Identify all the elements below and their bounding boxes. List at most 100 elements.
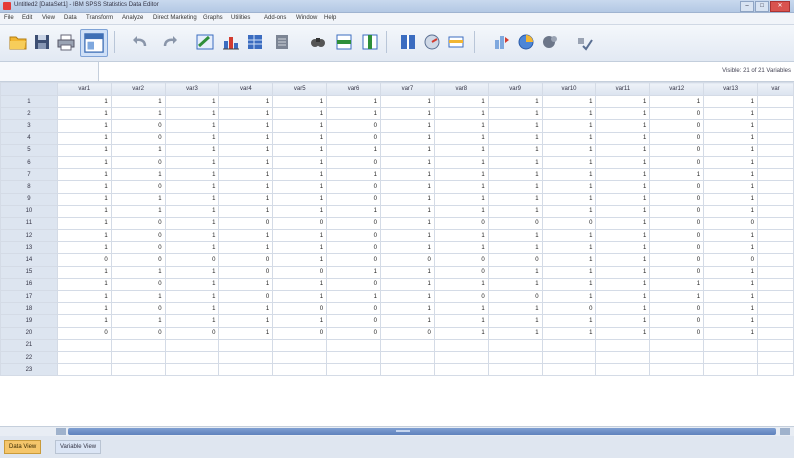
data-cell[interactable]: 1 [487,192,543,206]
row-number[interactable]: 9 [0,192,58,206]
data-cell[interactable]: 1 [703,326,758,340]
data-cell[interactable]: 1 [218,119,274,133]
data-cell[interactable] [56,338,112,352]
data-cell[interactable]: 1 [56,119,112,133]
data-cell[interactable] [757,277,794,292]
row-number[interactable]: 8 [0,180,58,194]
undo-icon[interactable] [130,32,150,52]
data-cell[interactable]: 1 [595,229,651,243]
data-cell[interactable]: 0 [326,314,381,328]
data-cell[interactable]: 0 [326,326,381,340]
data-cell[interactable]: 1 [595,326,651,340]
data-cell[interactable]: 1 [272,168,328,182]
data-cell[interactable]: 0 [703,253,758,267]
column-header[interactable]: var6 [326,82,381,96]
data-cell[interactable] [326,363,381,377]
data-cell[interactable]: 1 [56,314,112,328]
value-labels-icon[interactable] [492,32,512,52]
data-cell[interactable]: 1 [487,265,543,279]
data-cell[interactable]: 1 [164,289,220,304]
data-cell[interactable]: 1 [379,192,435,206]
data-cell[interactable]: 1 [649,168,705,182]
data-cell[interactable]: 0 [56,326,112,340]
data-cell[interactable]: 1 [487,204,543,218]
data-cell[interactable] [757,94,794,109]
data-cell[interactable]: 1 [164,302,220,316]
data-cell[interactable]: 1 [649,289,705,304]
data-cell[interactable]: 0 [218,253,274,267]
data-cell[interactable]: 1 [433,326,489,340]
find-icon[interactable] [308,32,328,52]
data-cell[interactable] [218,350,274,365]
data-cell[interactable]: 1 [326,204,381,218]
data-cell[interactable]: 1 [56,131,112,145]
menu-data[interactable]: Data [64,15,77,21]
data-cell[interactable]: 1 [487,119,543,133]
data-cell[interactable]: 1 [703,229,758,243]
data-cell[interactable] [703,350,758,365]
data-cell[interactable]: 0 [272,216,328,231]
data-cell[interactable]: 0 [649,326,705,340]
data-cell[interactable]: 1 [272,180,328,194]
insert-cases-icon[interactable] [334,32,354,52]
data-cell[interactable] [703,363,758,377]
row-number[interactable]: 21 [0,338,58,352]
data-cell[interactable]: 0 [110,241,166,255]
data-cell[interactable]: 0 [110,180,166,194]
data-cell[interactable]: 1 [164,143,220,157]
data-cell[interactable]: 1 [541,241,597,255]
row-number[interactable]: 5 [0,143,58,157]
data-cell[interactable]: 1 [218,229,274,243]
variables-icon[interactable] [245,32,265,52]
data-cell[interactable]: 1 [703,143,758,157]
data-cell[interactable]: 1 [487,302,543,316]
data-cell[interactable]: 0 [649,204,705,218]
data-cell[interactable]: 0 [326,253,381,267]
data-cell[interactable]: 0 [487,216,543,231]
data-cell[interactable]: 1 [541,265,597,279]
row-number[interactable]: 14 [0,253,58,267]
column-header[interactable]: var3 [164,82,220,96]
spelling-icon[interactable] [574,32,594,52]
data-cell[interactable]: 1 [541,192,597,206]
row-number[interactable]: 1 [0,94,58,109]
data-cell[interactable]: 1 [164,204,220,218]
data-cell[interactable]: 0 [110,326,166,340]
data-cell[interactable]: 1 [110,94,166,109]
data-cell[interactable]: 1 [218,168,274,182]
dialog-recall-icon[interactable] [80,29,108,57]
data-cell[interactable]: 0 [110,216,166,231]
data-cell[interactable]: 1 [487,180,543,194]
data-cell[interactable]: 1 [379,314,435,328]
data-cell[interactable]: 1 [56,143,112,157]
data-cell[interactable]: 1 [433,277,489,292]
data-cell[interactable]: 1 [541,326,597,340]
data-cell[interactable]: 1 [164,241,220,255]
data-cell[interactable]: 1 [649,94,705,109]
column-header[interactable]: var12 [649,82,705,96]
data-cell[interactable]: 1 [487,314,543,328]
insert-variable-icon[interactable] [360,32,380,52]
data-cell[interactable]: 0 [110,302,166,316]
data-cell[interactable]: 1 [487,155,543,170]
menu-edit[interactable]: Edit [22,15,32,21]
data-cell[interactable] [487,350,543,365]
data-cell[interactable]: 1 [595,107,651,121]
data-cell[interactable]: 1 [272,155,328,170]
row-number[interactable]: 7 [0,168,58,182]
data-cell[interactable]: 1 [703,277,758,292]
data-cell[interactable]: 0 [649,216,705,231]
row-number[interactable]: 16 [0,277,58,292]
data-cell[interactable]: 1 [541,94,597,109]
data-cell[interactable]: 1 [595,253,651,267]
row-number[interactable]: 11 [0,216,58,231]
data-cell[interactable]: 1 [433,302,489,316]
data-cell[interactable]: 0 [272,302,328,316]
data-cell[interactable] [218,363,274,377]
column-header[interactable]: var8 [433,82,489,96]
data-cell[interactable]: 1 [433,107,489,121]
split-file-icon[interactable] [398,32,418,52]
column-header[interactable]: var13 [703,82,758,96]
row-number[interactable]: 22 [0,350,58,365]
run-descriptives-icon[interactable] [272,32,292,52]
